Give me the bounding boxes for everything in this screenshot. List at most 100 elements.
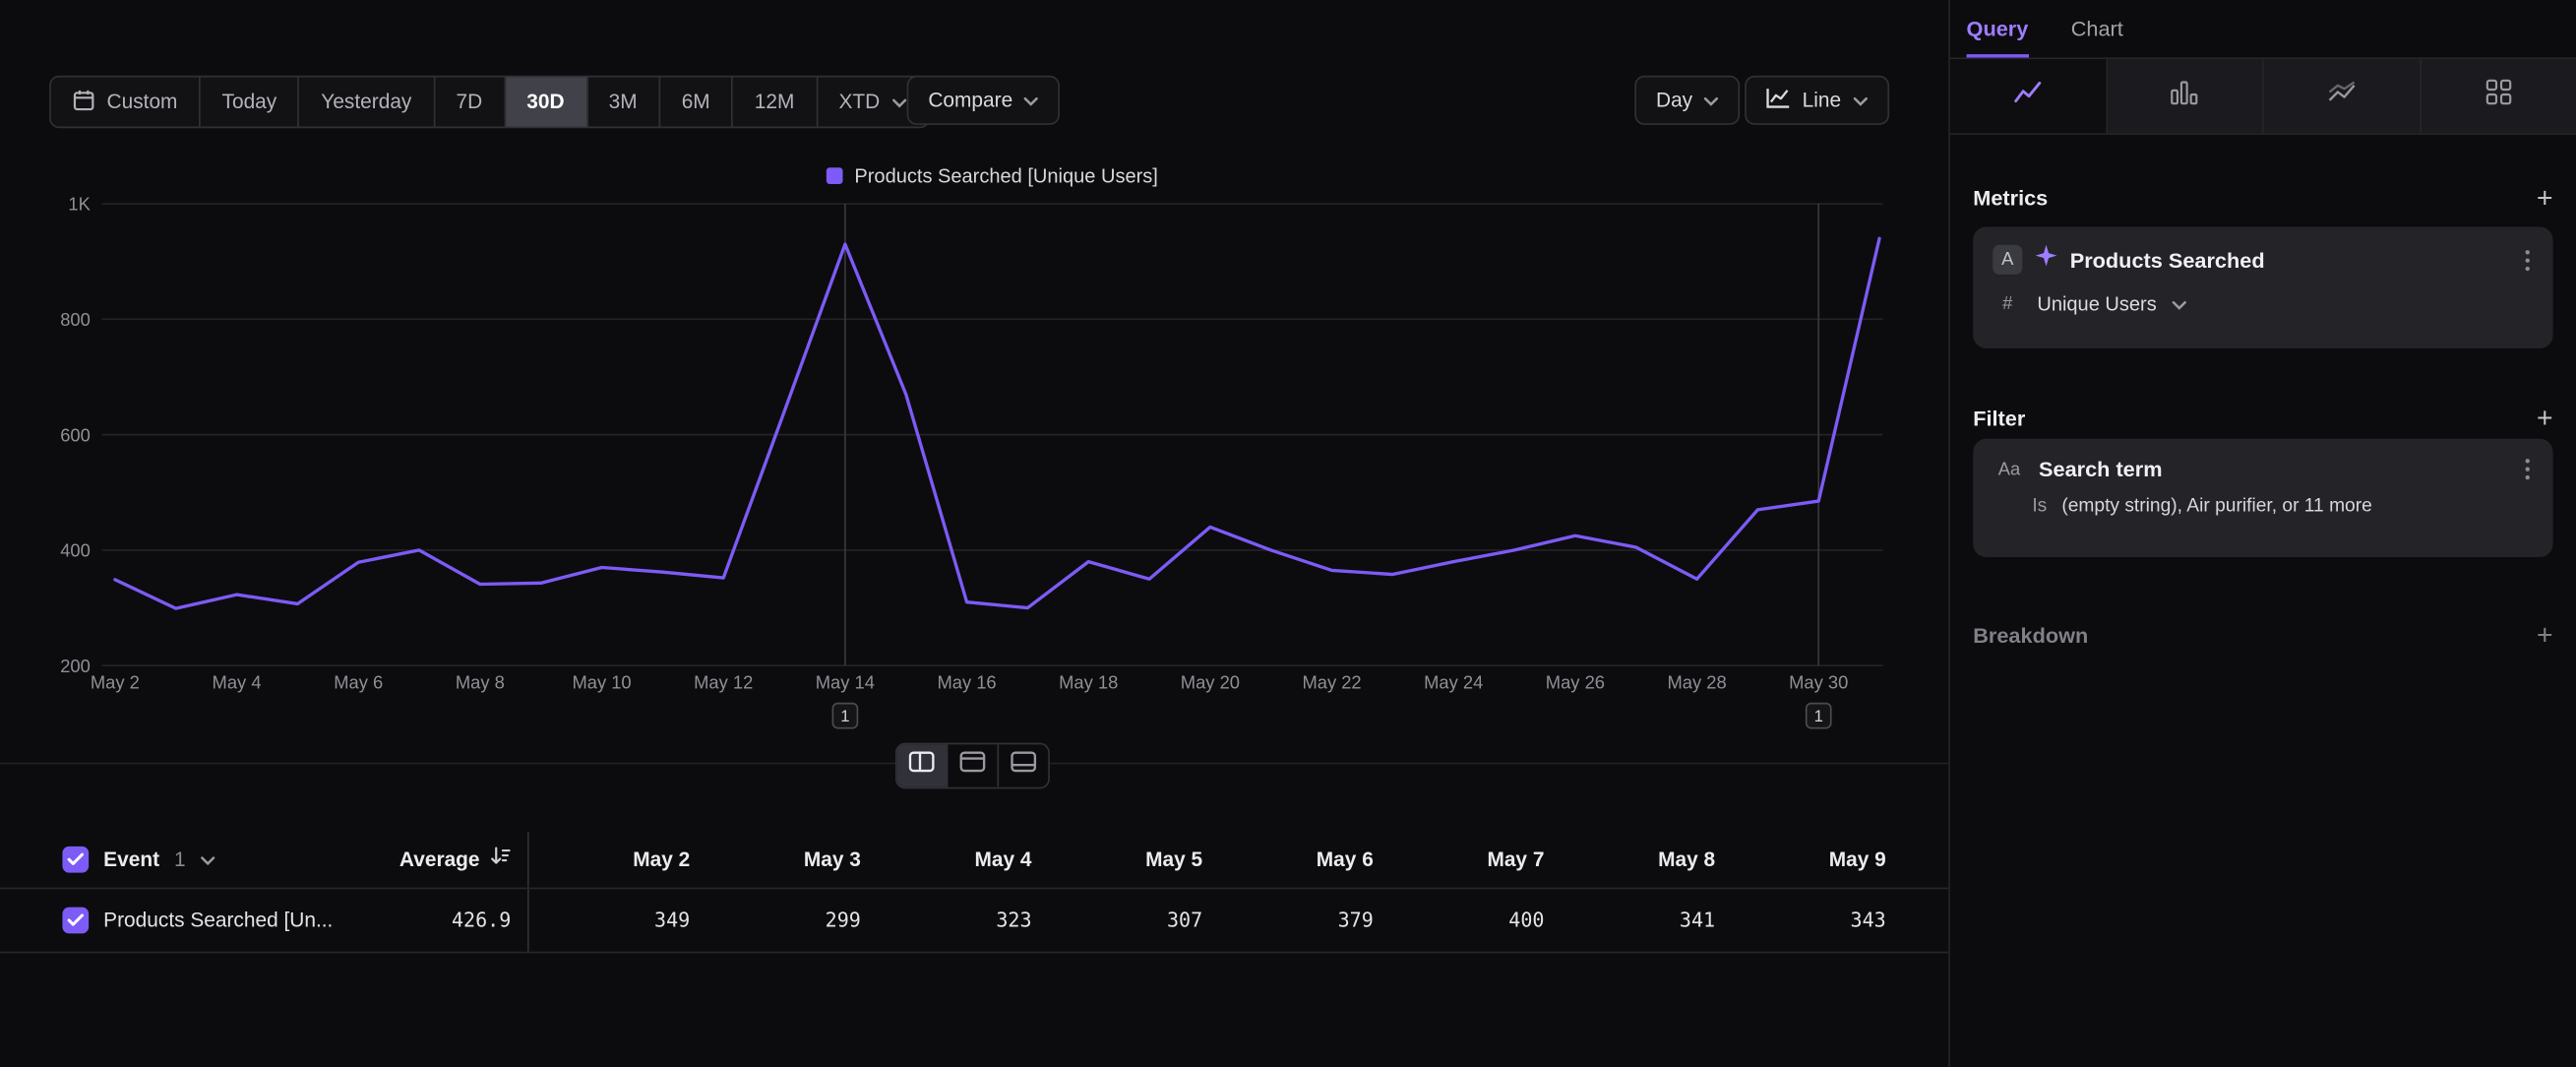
tab-chart[interactable]: Chart [2071,0,2123,57]
viz-bar-tab[interactable] [2107,59,2263,133]
x-axis-label: May 18 [1059,672,1118,693]
event-column-label: Event [103,848,159,871]
viz-type-tabs [1950,57,2576,134]
add-breakdown-button[interactable]: + [2537,621,2553,649]
select-all-checkbox[interactable] [62,847,89,873]
x-axis-label: May 14 [816,672,875,693]
cell-value: 307 [1042,909,1213,931]
column-header: May 9 [1725,848,1896,871]
metric-letter-badge: A [1993,245,2022,275]
cell-value: 379 [1212,909,1383,931]
row-average-cell: 426.9 [378,889,529,951]
x-axis-label: May 2 [91,672,140,693]
line-chart-icon [2012,79,2044,113]
x-axis-label: May 24 [1424,672,1483,693]
row-name: Products Searched [Un... [103,909,333,931]
metrics-section-header: Metrics + [1973,184,2552,212]
table-header-row: Event 1 Average May 2 May 3 May 4 May 5 … [0,832,1948,888]
number-icon: # [1993,294,2022,314]
column-header: May 2 [529,848,701,871]
x-axis-label: May 12 [694,672,753,693]
column-header: May 4 [871,848,1042,871]
metric-menu-button[interactable] [2522,249,2534,271]
row-name-cell: Products Searched [Un... [0,889,378,951]
chart-only-view-icon [1011,751,1037,781]
chevron-down-icon [2172,289,2186,319]
x-axis-label: May 28 [1667,672,1726,693]
x-axis-label: May 6 [334,672,383,693]
x-axis-label: May 8 [456,672,505,693]
viz-metric-tab[interactable] [2421,59,2576,133]
metric-name: Products Searched [2070,247,2509,272]
event-count: 1 [174,848,186,871]
row-average: 426.9 [452,909,511,931]
filter-value[interactable]: (empty string), Air purifier, or 11 more [2061,496,2372,516]
filter-section-header: Filter + [1973,405,2552,432]
x-axis-label: May 26 [1546,672,1605,693]
metric-card[interactable]: A Products Searched # Unique Users [1973,226,2552,348]
viz-line-tab[interactable] [1950,59,2107,133]
row-checkbox[interactable] [62,908,89,934]
chevron-down-icon[interactable] [201,845,215,874]
series-line[interactable] [115,238,1879,608]
insights-main-area: Custom Today Yesterday 7D 30D 3M 6M 12M … [0,0,1950,1067]
cell-value: 323 [871,909,1042,931]
breakdown-section-header: Breakdown + [1973,621,2552,649]
query-panel: Query Chart Metrics + A [1950,0,2576,1067]
add-metric-button[interactable]: + [2537,184,2553,212]
cell-value: 343 [1725,909,1896,931]
add-filter-button[interactable]: + [2537,405,2553,432]
y-axis-label: 600 [60,424,91,445]
column-header: May 7 [1383,848,1555,871]
column-header: May 6 [1212,848,1383,871]
chart-top-view-icon [959,751,986,781]
metrics-title: Metrics [1973,186,2048,211]
x-axis-label: May 20 [1181,672,1240,693]
table-row: Products Searched [Un... 426.9 349 299 3… [0,888,1948,954]
line-chart: 1K80060040020011May 2May 4May 6May 8May … [0,0,1948,756]
x-axis-label: May 16 [937,672,996,693]
filter-menu-button[interactable] [2522,459,2534,480]
event-icon [2036,245,2057,275]
y-axis-label: 200 [60,656,91,676]
layout-toggle-group [895,743,1050,789]
filter-property-name: Search term [2039,457,2509,481]
layout-split-button[interactable] [897,744,949,786]
tab-query[interactable]: Query [1967,0,2029,57]
x-axis-label: May 10 [572,672,631,693]
breakdown-title: Breakdown [1973,623,2088,648]
event-header-cell: Event 1 [0,832,378,888]
cell-value: 400 [1383,909,1555,931]
results-table: Event 1 Average May 2 May 3 May 4 May 5 … [0,832,1948,954]
cell-value: 349 [529,909,701,931]
metric-grid-icon [2484,77,2513,114]
sort-icon[interactable] [490,845,512,874]
average-header-cell: Average [378,832,529,888]
app-window: Custom Today Yesterday 7D 30D 3M 6M 12M … [0,0,2576,1067]
y-axis-label: 1K [68,194,91,215]
layout-bottom-button[interactable] [999,744,1048,786]
bar-chart-icon [2169,79,2200,113]
filter-operator[interactable]: Is [2032,496,2047,516]
x-axis-label: May 4 [213,672,262,693]
stacked-line-chart-icon [2326,79,2358,113]
cell-value: 341 [1554,909,1725,931]
y-axis-label: 400 [60,540,91,561]
text-property-icon: Aa [1993,460,2025,479]
viz-stacked-tab[interactable] [2264,59,2421,133]
filter-title: Filter [1973,406,2025,430]
x-axis-label: May 30 [1789,672,1848,693]
cell-value: 299 [700,909,871,931]
column-header: May 5 [1042,848,1213,871]
column-header: May 3 [700,848,871,871]
filter-card[interactable]: Aa Search term Is (empty string), Air pu… [1973,439,2552,557]
aggregation-select[interactable]: Unique Users [2037,292,2156,315]
average-column-label: Average [399,848,480,871]
y-axis-label: 800 [60,309,91,330]
panel-tabs: Query Chart [1950,0,2576,57]
split-view-icon [908,751,935,781]
column-header: May 8 [1554,848,1725,871]
annotation-badge-label: 1 [840,707,849,725]
layout-top-button[interactable] [948,744,999,786]
x-axis-label: May 22 [1302,672,1361,693]
